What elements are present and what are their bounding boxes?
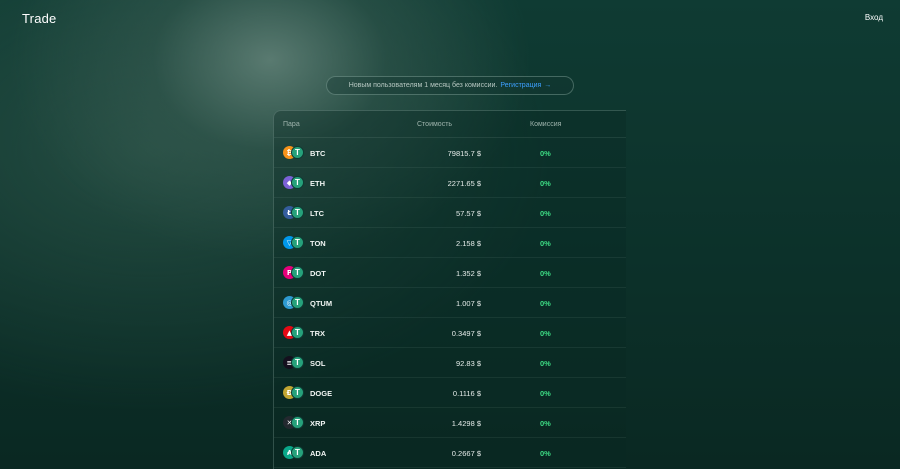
pair-price: 1.007 $ — [455, 299, 481, 308]
pair-icons: ŁT — [283, 206, 305, 219]
pair-symbol: ETH — [310, 179, 325, 188]
column-header-price: Стоимость — [417, 121, 453, 128]
pair-price: 0.2667 $ — [451, 449, 481, 458]
pair-fee: 0% — [540, 389, 551, 398]
pair-fee: 0% — [540, 269, 551, 278]
pair-symbol: QTUM — [310, 299, 333, 308]
pair-symbol: TON — [310, 239, 326, 248]
pair-icons: ▽ T — [283, 236, 305, 249]
pair-symbol: BTC — [310, 149, 326, 158]
pair-symbol: SOL — [310, 359, 326, 368]
pair-fee: 0% — [540, 209, 551, 218]
pair-icons: ▲ T — [283, 326, 305, 339]
table-row[interactable]: ▽ T TON 2.158 $ 0% — [274, 228, 626, 258]
table-row[interactable]: ≡ T SOL 92.83 $ 0% — [274, 348, 626, 378]
pair-symbol: DOT — [310, 269, 326, 278]
pair-fee: 0% — [540, 149, 551, 158]
usdt-icon: T — [291, 206, 304, 219]
usdt-icon: T — [291, 176, 304, 189]
promo-text: Новым пользователям 1 месяц без комиссии… — [348, 82, 498, 89]
usdt-icon: T — [291, 266, 304, 279]
pair-price: 1.352 $ — [455, 269, 481, 278]
usdt-icon: T — [291, 356, 304, 369]
table-row[interactable]: ▲ T TRX 0.3497 $ 0% — [274, 318, 626, 348]
pair-icons: ₿ T — [283, 146, 305, 159]
table-row[interactable]: ₳ T ADA 0.2667 $ 0% — [274, 438, 626, 468]
table-row[interactable]: ◆ T ETH 2271.65 $ 0% — [274, 168, 626, 198]
pair-fee: 0% — [540, 329, 551, 338]
pair-icons: ◆ T — [283, 176, 305, 189]
table-row[interactable]: Ł T LTC 57.57 $ 0% — [274, 198, 626, 228]
promo-banner: Новым пользователям 1 месяц без комиссии… — [326, 76, 574, 95]
arrow-right-icon[interactable]: → — [544, 82, 551, 89]
pair-fee: 0% — [540, 239, 551, 248]
pair-price: 79815.7 $ — [447, 149, 481, 158]
pair-fee: 0% — [540, 359, 551, 368]
usdt-icon: T — [291, 416, 304, 429]
usdt-icon: T — [291, 386, 304, 399]
pair-symbol: XRP — [310, 419, 326, 428]
pair-symbol: LTC — [310, 209, 325, 218]
pair-price: 0.3497 $ — [451, 329, 481, 338]
table-header: Пара Стоимость Комиссия — [274, 111, 626, 138]
column-header-pair: Пара — [283, 121, 300, 128]
pair-price: 0.1116 $ — [452, 389, 481, 398]
usdt-icon: T — [291, 296, 304, 309]
pair-symbol: TRX — [310, 329, 325, 338]
pair-price: 2.158 $ — [455, 239, 481, 248]
pair-price: 57.57 $ — [455, 209, 481, 218]
pair-fee: 0% — [540, 299, 551, 308]
pair-icons: ÐT — [283, 386, 305, 399]
pair-icons: ✕ T — [283, 416, 305, 429]
register-link[interactable]: Регистрация — [500, 82, 541, 89]
table-row[interactable]: P T DOT 1.352 $ 0% — [274, 258, 626, 288]
pair-price: 2271.65 $ — [447, 179, 481, 188]
usdt-icon: T — [291, 326, 304, 339]
brand-logo[interactable]: Trade — [22, 11, 56, 26]
top-bar: Trade Вход — [0, 0, 900, 40]
pair-icons: ₳ T — [283, 446, 305, 459]
pair-icons: ≡ T — [283, 356, 305, 369]
column-header-fee: Комиссия — [530, 121, 562, 128]
pair-symbol: DOGE — [310, 389, 333, 398]
pair-price: 92.83 $ — [455, 359, 481, 368]
pairs-table: Пара Стоимость Комиссия ₿ T BTC 79815.7 $ 0%… — [273, 110, 626, 469]
table-row[interactable]: Ð T DOGE 0.1116 $ 0% — [274, 378, 626, 408]
pair-symbol: ADA — [310, 449, 327, 458]
pair-icons: PT — [283, 266, 305, 279]
usdt-icon: T — [291, 146, 304, 159]
table-body: ₿ T BTC 79815.7 $ 0% ◆ T ETH 2271.65 $ 0% Ł T LTC 57.… — [274, 138, 626, 468]
pair-fee: 0% — [540, 179, 551, 188]
login-button[interactable]: Вход — [865, 13, 883, 22]
pair-fee: 0% — [540, 419, 551, 428]
usdt-icon: T — [291, 446, 304, 459]
usdt-icon: T — [291, 236, 304, 249]
pair-fee: 0% — [540, 449, 551, 458]
pair-price: 1.4298 $ — [451, 419, 481, 428]
table-row[interactable]: ✕ T XRP 1.4298 $ 0% — [274, 408, 626, 438]
table-row[interactable]: ₿ T BTC 79815.7 $ 0% — [274, 138, 626, 168]
pair-icons: ◎ T — [283, 296, 305, 309]
table-row[interactable]: ◎ T QTUM 1.007 $ 0% — [274, 288, 626, 318]
